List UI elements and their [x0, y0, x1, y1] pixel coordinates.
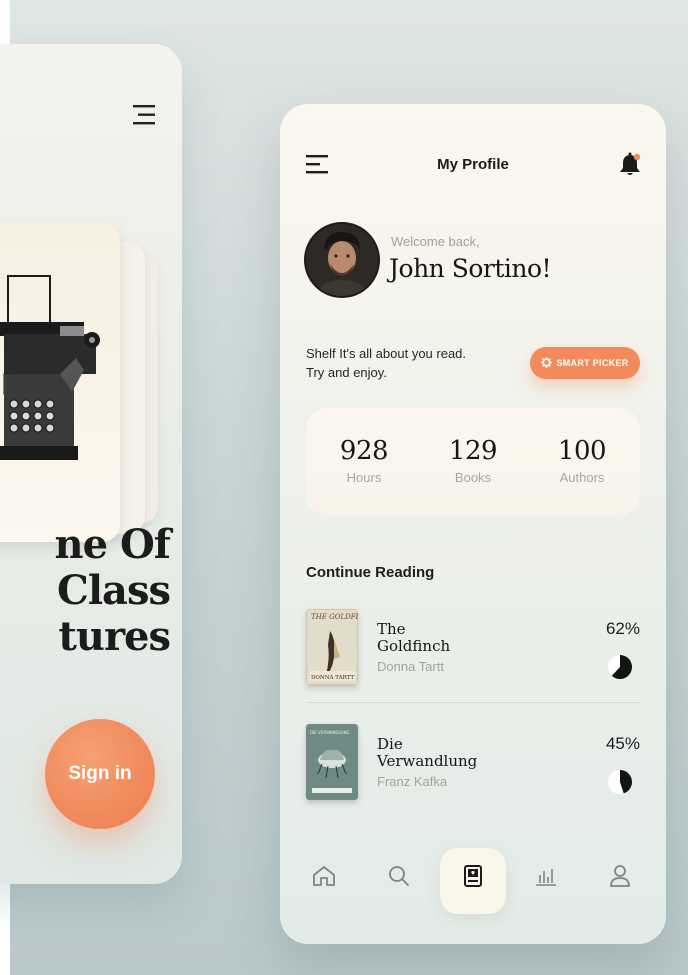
- user-icon: [609, 864, 631, 893]
- nav-library[interactable]: [449, 854, 497, 902]
- nav-search[interactable]: [375, 854, 423, 902]
- book-progress-percent: 62%: [605, 619, 640, 638]
- page-title: My Profile: [437, 156, 509, 173]
- book-progress-percent: 45%: [605, 734, 640, 753]
- smart-picker-button[interactable]: SMART PICKER: [530, 347, 640, 379]
- goldfinch-cover[interactable]: THE GOLDFINCH DONNA TARTT: [306, 609, 358, 685]
- typewriter-illustration: [0, 274, 110, 479]
- search-icon: [387, 864, 411, 893]
- cover-author: DONNA TARTT: [311, 675, 354, 681]
- cover-title: THE GOLDFINCH: [311, 613, 358, 621]
- home-icon: [311, 864, 337, 893]
- progress-pie-icon: [606, 768, 634, 801]
- book-icon: [462, 864, 484, 893]
- profile-screen: My Profile Welcome back, John Sortino! S…: [280, 104, 666, 944]
- stat-authors: 100 Authors: [532, 436, 632, 485]
- stat-label: Authors: [559, 470, 605, 485]
- divider: [306, 702, 640, 703]
- stat-books: 129 Books: [423, 436, 523, 485]
- bell-icon[interactable]: [618, 152, 642, 183]
- nav-stats[interactable]: [522, 854, 570, 902]
- stat-label: Hours: [346, 470, 382, 485]
- sign-in-button[interactable]: Sign in: [45, 719, 155, 829]
- nav-home[interactable]: [300, 854, 348, 902]
- cover-title: DIE VERWANDLUNG: [310, 730, 350, 735]
- book-author: Franz Kafka: [377, 774, 448, 789]
- intro-headline: ne Of Class tures: [54, 521, 171, 660]
- nav-profile[interactable]: [596, 854, 644, 902]
- verwandlung-cover[interactable]: DIE VERWANDLUNG: [306, 724, 358, 800]
- welcome-text: Welcome back,: [391, 234, 480, 249]
- smart-picker-label: SMART PICKER: [556, 358, 629, 368]
- book-title: Die Verwandlung: [377, 735, 478, 770]
- shelf-tagline: Shelf It's all about you read. Try and e…: [306, 346, 467, 380]
- stats-card: 928 Hours 129 Books 100 Authors: [306, 408, 640, 516]
- book-item[interactable]: THE GOLDFINCH DONNA TARTT The Goldfinch …: [306, 609, 640, 689]
- chart-icon: [534, 865, 558, 892]
- progress-pie-icon: [606, 653, 634, 686]
- bottom-nav: [280, 844, 666, 924]
- hamburger-menu-icon[interactable]: [130, 104, 156, 131]
- stat-value: 100: [557, 436, 607, 466]
- stat-label: Books: [454, 470, 492, 485]
- book-author: Donna Tartt: [377, 659, 444, 674]
- book-item[interactable]: DIE VERWANDLUNG Die Verwandlung Franz Ka…: [306, 724, 640, 804]
- stat-hours: 928 Hours: [314, 436, 414, 485]
- stat-value: 928: [339, 436, 389, 466]
- stat-value: 129: [448, 436, 498, 466]
- intro-card: ne Of Class tures Sign in: [0, 44, 182, 884]
- avatar[interactable]: [306, 224, 378, 296]
- user-name: John Sortino!: [389, 254, 552, 283]
- continue-reading-title: Continue Reading: [306, 564, 435, 581]
- book-title: The Goldfinch: [377, 620, 451, 655]
- gear-icon: [541, 356, 553, 370]
